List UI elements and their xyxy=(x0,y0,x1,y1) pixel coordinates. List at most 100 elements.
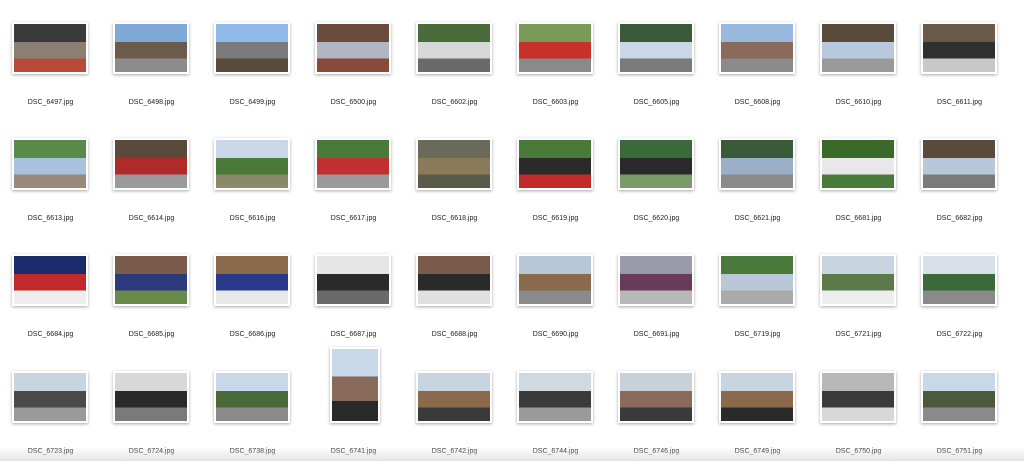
file-thumbnail[interactable] xyxy=(921,22,997,74)
file-thumbnail[interactable] xyxy=(214,254,290,306)
file-thumbnail[interactable] xyxy=(330,347,380,423)
file-item[interactable]: DSC_6685.jpg xyxy=(101,236,202,352)
file-thumbnail[interactable] xyxy=(921,371,997,423)
file-name-label[interactable]: DSC_6621.jpg xyxy=(707,215,808,222)
file-name-label[interactable]: DSC_6619.jpg xyxy=(505,215,606,222)
file-thumbnail[interactable] xyxy=(820,138,896,190)
file-item[interactable]: DSC_6681.jpg xyxy=(808,120,909,236)
file-item[interactable]: DSC_6722.jpg xyxy=(909,236,1010,352)
file-thumbnail[interactable] xyxy=(820,254,896,306)
file-thumbnail[interactable] xyxy=(214,371,290,423)
file-name-label[interactable]: DSC_6620.jpg xyxy=(606,215,707,222)
file-name-label[interactable]: DSC_6499.jpg xyxy=(202,99,303,106)
file-name-label[interactable]: DSC_6614.jpg xyxy=(101,215,202,222)
file-item[interactable]: DSC_6608.jpg xyxy=(707,4,808,120)
file-thumbnail[interactable] xyxy=(719,254,795,306)
file-name-label[interactable]: DSC_6681.jpg xyxy=(808,215,909,222)
file-thumbnail[interactable] xyxy=(921,138,997,190)
file-item[interactable]: DSC_6688.jpg xyxy=(404,236,505,352)
file-name-label[interactable]: DSC_6613.jpg xyxy=(0,215,101,222)
file-thumbnail[interactable] xyxy=(416,371,492,423)
file-item[interactable]: DSC_6605.jpg xyxy=(606,4,707,120)
file-thumbnail[interactable] xyxy=(12,254,88,306)
file-thumbnail[interactable] xyxy=(820,371,896,423)
file-name-label[interactable]: DSC_6691.jpg xyxy=(606,331,707,338)
file-item[interactable]: DSC_6690.jpg xyxy=(505,236,606,352)
file-thumbnail[interactable] xyxy=(416,138,492,190)
file-item[interactable]: DSC_6613.jpg xyxy=(0,120,101,236)
file-name-label[interactable]: DSC_6687.jpg xyxy=(303,331,404,338)
file-thumbnail[interactable] xyxy=(315,138,391,190)
file-name-label[interactable]: DSC_6690.jpg xyxy=(505,331,606,338)
file-name-label[interactable]: DSC_6618.jpg xyxy=(404,215,505,222)
file-thumbnail[interactable] xyxy=(719,371,795,423)
file-item[interactable]: DSC_6610.jpg xyxy=(808,4,909,120)
file-name-label[interactable]: DSC_6610.jpg xyxy=(808,99,909,106)
file-thumbnail[interactable] xyxy=(214,22,290,74)
file-thumbnail[interactable] xyxy=(517,254,593,306)
file-thumbnail[interactable] xyxy=(618,371,694,423)
file-name-label[interactable]: DSC_6500.jpg xyxy=(303,99,404,106)
file-thumbnail[interactable] xyxy=(12,22,88,74)
file-name-label[interactable]: DSC_6682.jpg xyxy=(909,215,1010,222)
file-item[interactable]: DSC_6498.jpg xyxy=(101,4,202,120)
file-thumbnail[interactable] xyxy=(416,254,492,306)
file-thumbnail[interactable] xyxy=(517,22,593,74)
file-name-label[interactable]: DSC_6611.jpg xyxy=(909,99,1010,106)
file-name-label[interactable]: DSC_6719.jpg xyxy=(707,331,808,338)
file-name-label[interactable]: DSC_6608.jpg xyxy=(707,99,808,106)
file-item[interactable]: DSC_6620.jpg xyxy=(606,120,707,236)
file-item[interactable]: DSC_6687.jpg xyxy=(303,236,404,352)
file-name-label[interactable]: DSC_6688.jpg xyxy=(404,331,505,338)
file-item[interactable]: DSC_6603.jpg xyxy=(505,4,606,120)
file-item[interactable]: DSC_6621.jpg xyxy=(707,120,808,236)
file-thumbnail[interactable] xyxy=(12,371,88,423)
file-item[interactable]: DSC_6691.jpg xyxy=(606,236,707,352)
file-thumbnail[interactable] xyxy=(517,371,593,423)
file-thumbnail[interactable] xyxy=(618,254,694,306)
file-thumbnail[interactable] xyxy=(12,138,88,190)
file-thumbnail[interactable] xyxy=(618,138,694,190)
file-name-label[interactable]: DSC_6605.jpg xyxy=(606,99,707,106)
file-thumbnail[interactable] xyxy=(214,138,290,190)
file-name-label[interactable]: DSC_6617.jpg xyxy=(303,215,404,222)
file-thumbnail[interactable] xyxy=(719,22,795,74)
file-thumbnail[interactable] xyxy=(113,138,189,190)
file-thumbnail[interactable] xyxy=(113,371,189,423)
file-name-label[interactable]: DSC_6721.jpg xyxy=(808,331,909,338)
file-thumbnail[interactable] xyxy=(113,254,189,306)
file-name-label[interactable]: DSC_6684.jpg xyxy=(0,331,101,338)
file-name-label[interactable]: DSC_6498.jpg xyxy=(101,99,202,106)
file-item[interactable]: DSC_6611.jpg xyxy=(909,4,1010,120)
file-item[interactable]: DSC_6602.jpg xyxy=(404,4,505,120)
file-item[interactable]: DSC_6499.jpg xyxy=(202,4,303,120)
file-item[interactable]: DSC_6616.jpg xyxy=(202,120,303,236)
file-item[interactable]: DSC_6682.jpg xyxy=(909,120,1010,236)
file-item[interactable]: DSC_6721.jpg xyxy=(808,236,909,352)
file-thumbnail[interactable] xyxy=(921,254,997,306)
file-name-label[interactable]: DSC_6722.jpg xyxy=(909,331,1010,338)
file-name-label[interactable]: DSC_6616.jpg xyxy=(202,215,303,222)
file-item[interactable]: DSC_6497.jpg xyxy=(0,4,101,120)
file-name-label[interactable]: DSC_6603.jpg xyxy=(505,99,606,106)
file-thumbnail[interactable] xyxy=(113,22,189,74)
file-name-label[interactable]: DSC_6686.jpg xyxy=(202,331,303,338)
file-name-label[interactable]: DSC_6602.jpg xyxy=(404,99,505,106)
file-item[interactable]: DSC_6617.jpg xyxy=(303,120,404,236)
file-item[interactable]: DSC_6684.jpg xyxy=(0,236,101,352)
file-item[interactable]: DSC_6686.jpg xyxy=(202,236,303,352)
file-name-label[interactable]: DSC_6685.jpg xyxy=(101,331,202,338)
file-thumbnail[interactable] xyxy=(517,138,593,190)
file-item[interactable]: DSC_6619.jpg xyxy=(505,120,606,236)
file-thumbnail[interactable] xyxy=(315,254,391,306)
file-item[interactable]: DSC_6618.jpg xyxy=(404,120,505,236)
file-item[interactable]: DSC_6614.jpg xyxy=(101,120,202,236)
file-thumbnail[interactable] xyxy=(315,22,391,74)
file-item[interactable]: DSC_6500.jpg xyxy=(303,4,404,120)
file-thumbnail[interactable] xyxy=(719,138,795,190)
file-thumbnail[interactable] xyxy=(618,22,694,74)
file-thumbnail[interactable] xyxy=(820,22,896,74)
file-item[interactable]: DSC_6719.jpg xyxy=(707,236,808,352)
file-thumbnail[interactable] xyxy=(416,22,492,74)
file-name-label[interactable]: DSC_6497.jpg xyxy=(0,99,101,106)
